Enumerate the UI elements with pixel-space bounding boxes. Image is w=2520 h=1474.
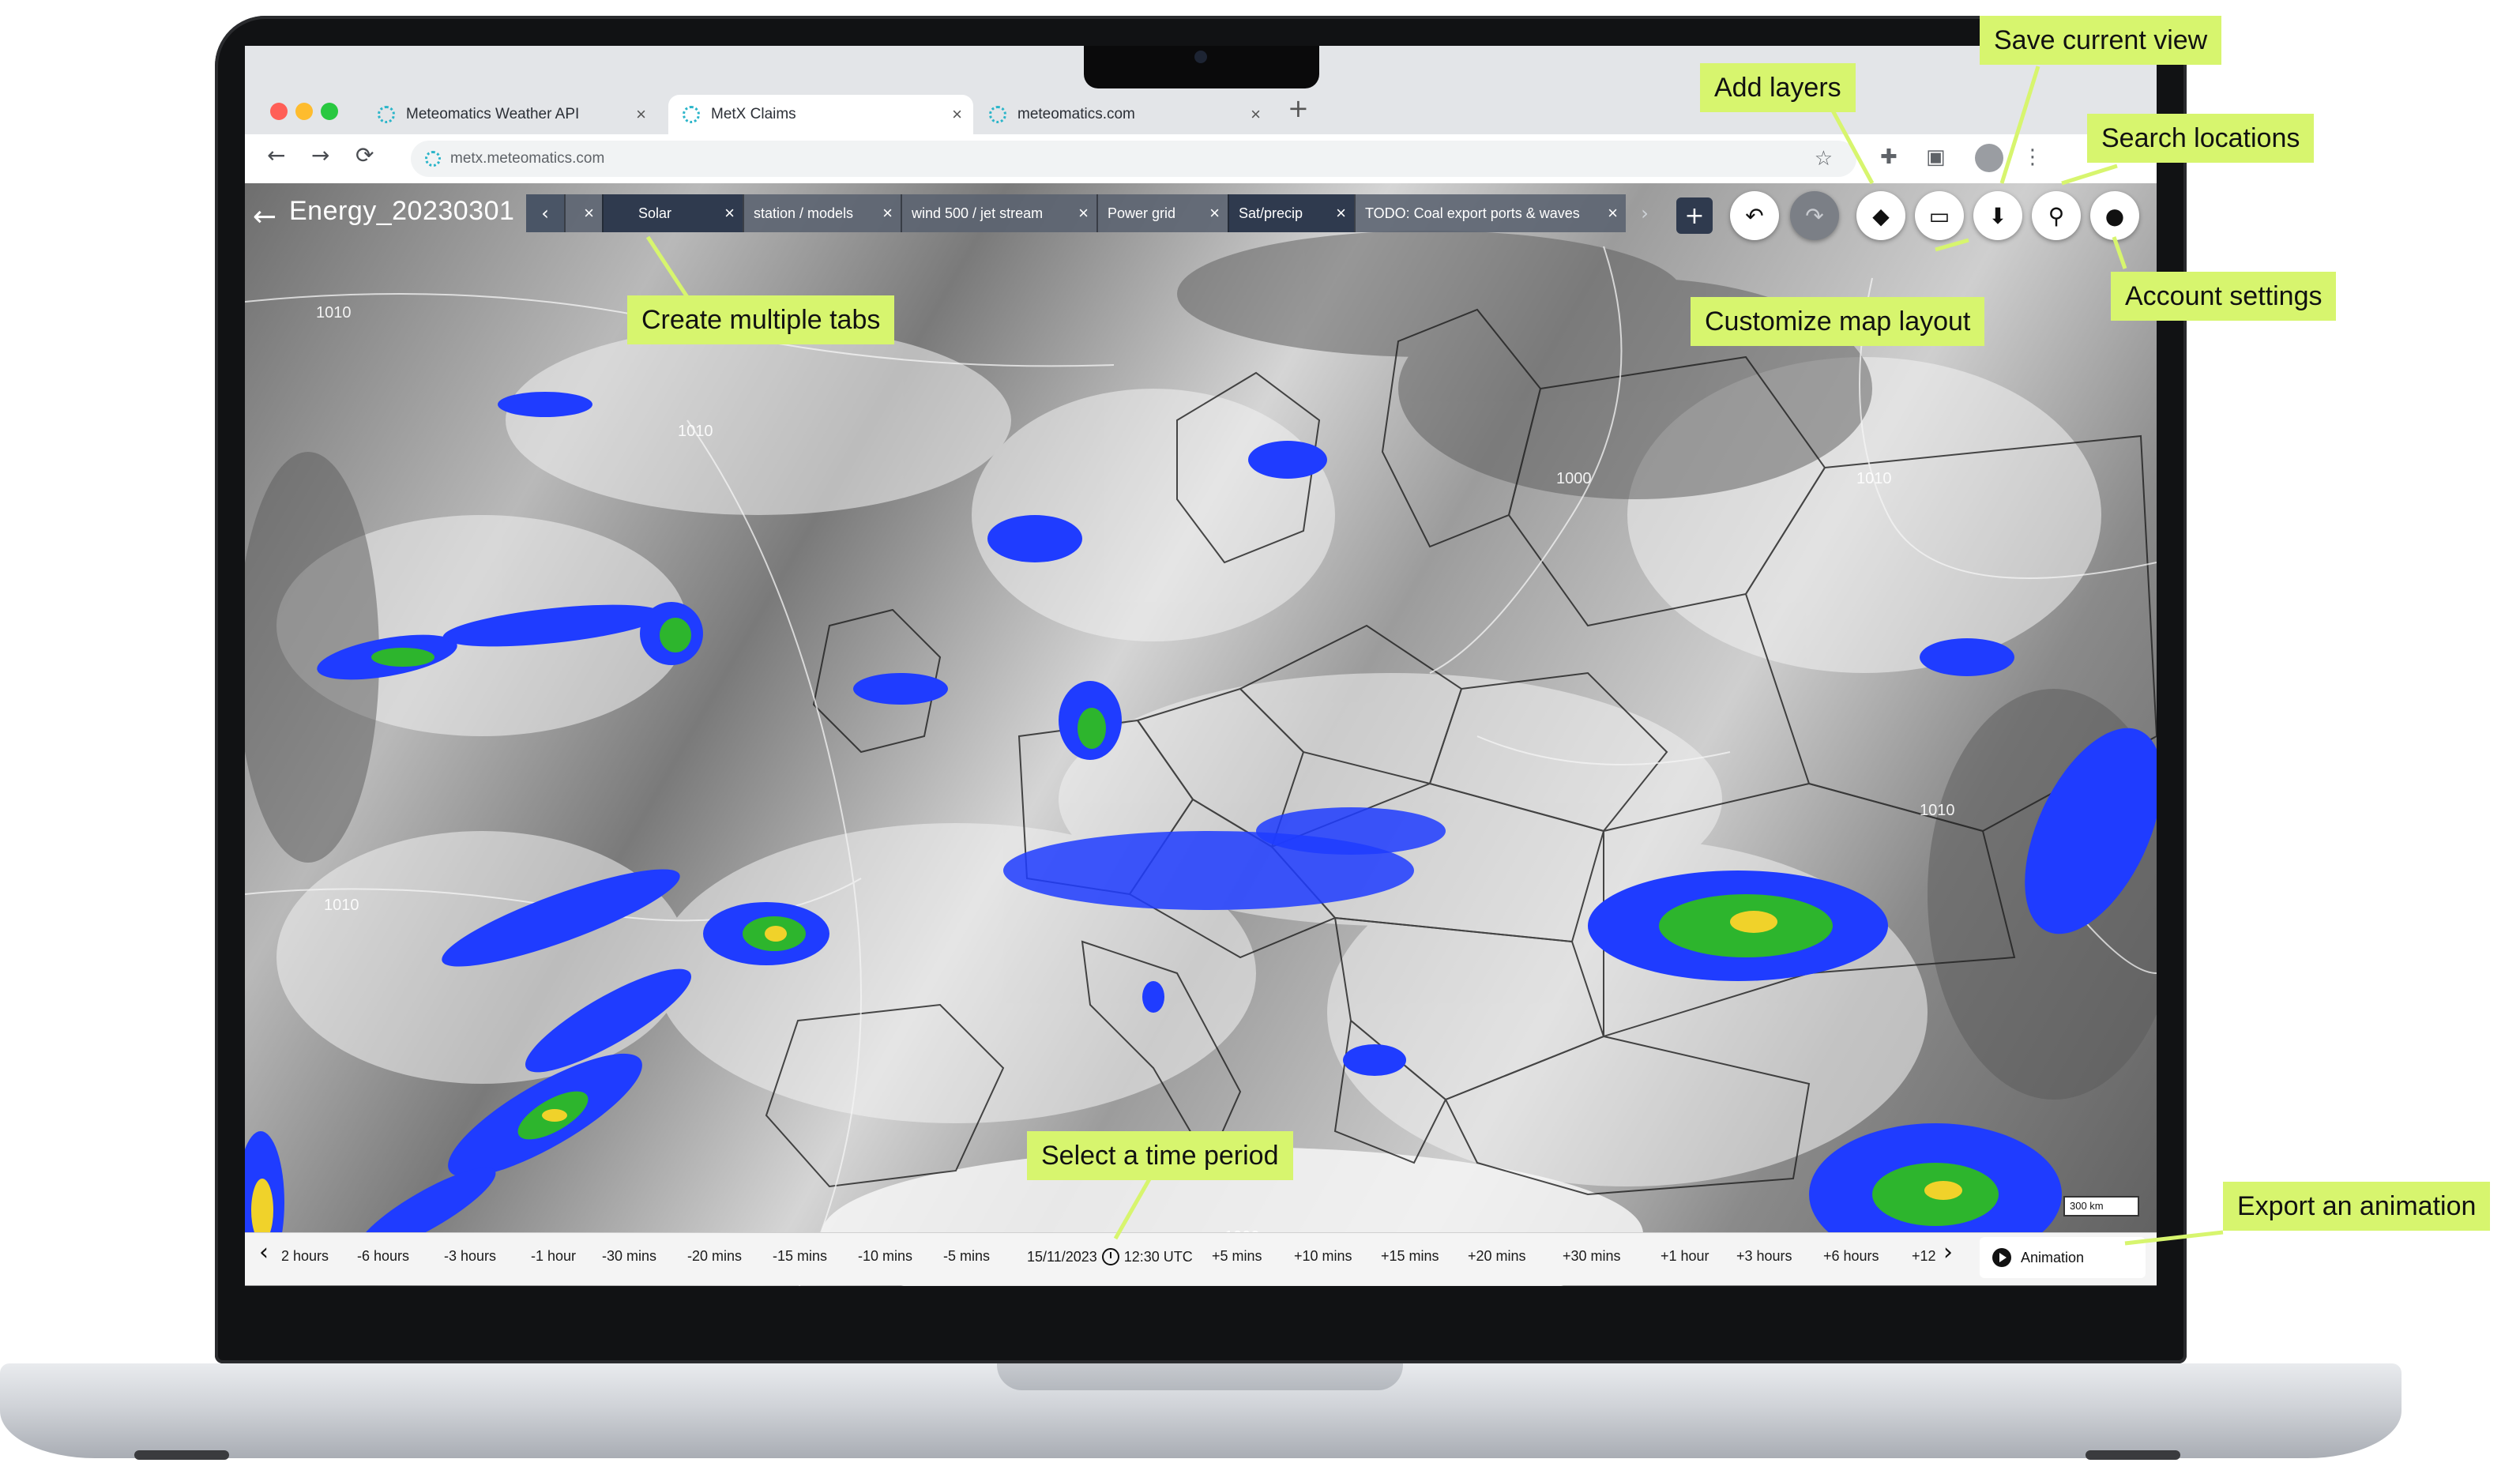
callout-multiple-tabs: Create multiple tabs — [627, 295, 895, 344]
callout-export-animation: Export an animation — [2223, 1182, 2491, 1231]
callout-save-view: Save current view — [1980, 16, 2222, 65]
callout-leader-lines — [645, 66, 2224, 1246]
callout-account-settings: Account settings — [2111, 272, 2337, 321]
callout-add-layers: Add layers — [1700, 63, 1856, 112]
callout-search-locations: Search locations — [2087, 114, 2315, 163]
callout-time-period: Select a time period — [1027, 1131, 1293, 1180]
callout-customize-layout: Customize map layout — [1691, 297, 1985, 346]
